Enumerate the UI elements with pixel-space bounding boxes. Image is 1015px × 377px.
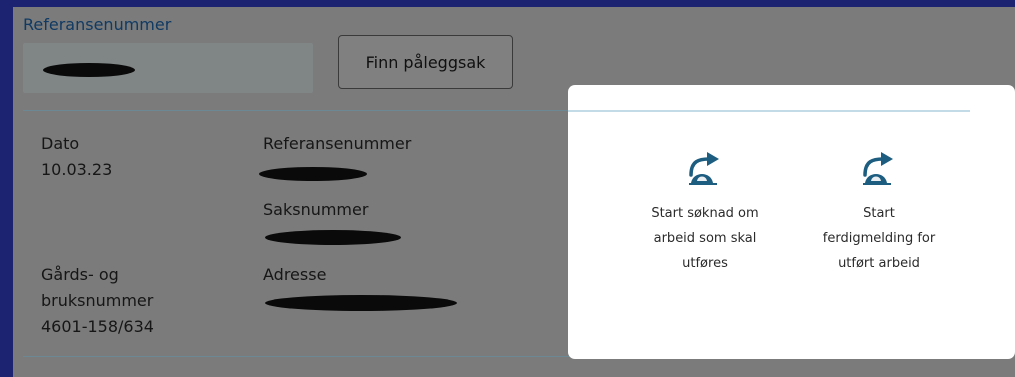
property-value: 4601-158/634 — [41, 317, 154, 336]
find-case-button[interactable]: Finn påleggsak — [338, 35, 513, 89]
card-divider — [568, 110, 970, 112]
redacted-case-number — [265, 230, 401, 245]
case-number-label: Saksnummer — [263, 200, 369, 219]
address-label: Adresse — [263, 265, 327, 284]
divider-top — [23, 110, 583, 111]
reference-number-input[interactable] — [23, 43, 313, 93]
date-value: 10.03.23 — [41, 160, 113, 179]
property-label-line1: Gårds- og — [41, 265, 119, 284]
redacted-reference — [259, 167, 367, 181]
start-application-label: Start søknad om arbeid som skal utføres — [651, 206, 759, 271]
arrow-forward-icon — [863, 152, 893, 185]
start-completion-action[interactable]: Start ferdigmelding for utført arbeid — [794, 147, 964, 276]
property-label-line2: bruksnummer — [41, 291, 154, 310]
case-ref-label: Referansenummer — [263, 134, 412, 153]
start-completion-label: Start ferdigmelding for utført arbeid — [822, 206, 936, 271]
divider-bottom — [23, 356, 583, 357]
date-label: Dato — [41, 134, 80, 153]
redacted-value — [43, 63, 135, 77]
redacted-address — [265, 295, 457, 311]
action-card: Start søknad om arbeid som skal utføres … — [568, 85, 1015, 359]
start-application-action[interactable]: Start søknad om arbeid som skal utføres — [620, 147, 790, 276]
arrow-forward-icon — [689, 152, 719, 185]
reference-number-label: Referansenummer — [23, 15, 172, 34]
